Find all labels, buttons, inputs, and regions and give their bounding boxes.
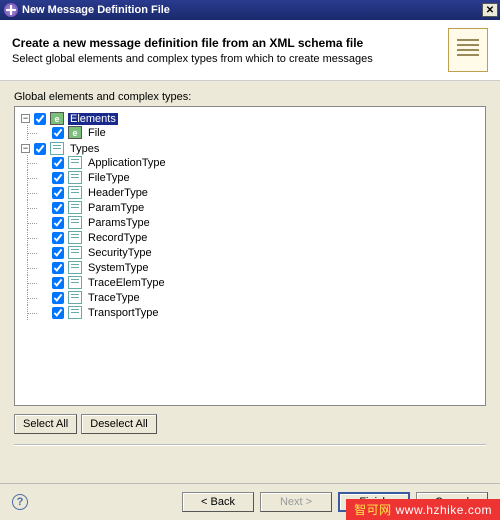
type-icon <box>68 231 82 244</box>
type-group-icon <box>50 142 64 155</box>
separator <box>14 444 486 446</box>
app-icon <box>4 3 18 17</box>
window-title: New Message Definition File <box>22 4 170 16</box>
tree-item-label[interactable]: RecordType <box>86 232 149 244</box>
tree-item-label[interactable]: SystemType <box>86 262 151 274</box>
tree-item-checkbox[interactable] <box>52 307 64 319</box>
type-icon <box>68 171 82 184</box>
tree-node-types[interactable]: Types <box>68 143 101 155</box>
type-icon <box>68 261 82 274</box>
tree-item-checkbox[interactable] <box>52 157 64 169</box>
tree-item-label[interactable]: File <box>86 127 108 139</box>
tree-item-checkbox[interactable] <box>52 187 64 199</box>
tree-item-checkbox[interactable] <box>52 217 64 229</box>
element-group-icon: e <box>50 112 64 125</box>
type-icon <box>68 246 82 259</box>
document-icon <box>448 28 488 72</box>
tree-item-label[interactable]: SecurityType <box>86 247 154 259</box>
tree-item-label[interactable]: TraceType <box>86 292 142 304</box>
tree-item-label[interactable]: ParamsType <box>86 217 152 229</box>
collapse-toggle[interactable]: − <box>21 114 30 123</box>
close-button[interactable]: ✕ <box>482 3 498 17</box>
tree-item-checkbox[interactable] <box>52 292 64 304</box>
type-icon <box>68 201 82 214</box>
tree-section-label: Global elements and complex types: <box>14 91 486 103</box>
tree-item-label[interactable]: HeaderType <box>86 187 150 199</box>
tree-item-label[interactable]: TransportType <box>86 307 161 319</box>
titlebar: New Message Definition File ✕ <box>0 0 500 20</box>
types-checkbox[interactable] <box>34 143 46 155</box>
type-icon <box>68 156 82 169</box>
tree-item-label[interactable]: ParamType <box>86 202 146 214</box>
tree-item-checkbox[interactable] <box>52 262 64 274</box>
tree-item-label[interactable]: FileType <box>86 172 132 184</box>
tree-item-checkbox[interactable] <box>52 202 64 214</box>
tree-item-checkbox[interactable] <box>52 172 64 184</box>
page-subtitle: Select global elements and complex types… <box>12 53 438 65</box>
type-icon <box>68 216 82 229</box>
help-icon[interactable]: ? <box>12 494 28 510</box>
tree-item-label[interactable]: ApplicationType <box>86 157 168 169</box>
tree-item-checkbox[interactable] <box>52 277 64 289</box>
type-icon <box>68 291 82 304</box>
page-title: Create a new message definition file fro… <box>12 36 438 50</box>
wizard-header: Create a new message definition file fro… <box>0 20 500 81</box>
tree-item-checkbox[interactable] <box>52 247 64 259</box>
type-icon <box>68 276 82 289</box>
type-icon <box>68 186 82 199</box>
tree-item-checkbox[interactable] <box>52 232 64 244</box>
element-icon: e <box>68 126 82 139</box>
watermark: 智可网www.hzhike.com <box>346 499 500 520</box>
collapse-toggle[interactable]: − <box>21 144 30 153</box>
tree-view[interactable]: − e Elements e File − Types ApplicationTy… <box>14 106 486 406</box>
tree-item-checkbox[interactable] <box>52 127 64 139</box>
elements-checkbox[interactable] <box>34 113 46 125</box>
tree-item-label[interactable]: TraceElemType <box>86 277 167 289</box>
back-button[interactable]: < Back <box>182 492 254 512</box>
deselect-all-button[interactable]: Deselect All <box>81 414 156 434</box>
select-all-button[interactable]: Select All <box>14 414 77 434</box>
next-button: Next > <box>260 492 332 512</box>
tree-node-elements[interactable]: Elements <box>68 113 118 125</box>
type-icon <box>68 306 82 319</box>
